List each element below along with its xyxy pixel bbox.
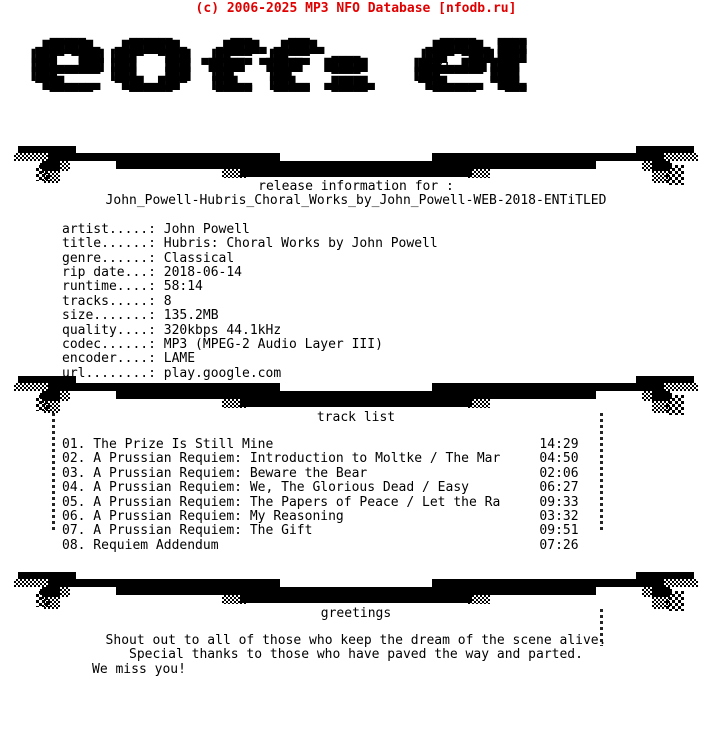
greetings-section: greetings Shout out to all of those who … xyxy=(0,572,712,677)
greetings-line: We miss you! xyxy=(92,661,186,677)
ascii-logo: ▄▄▄▄▄ ▄▄▄▄▄▄ ▄▄▄ ▄▄▄ ▄▄▄▄▄ ▄▄▄▄ ▄███████… xyxy=(0,31,712,142)
track-list-section: track list 01. The Prize Is Still Mine 1… xyxy=(0,376,712,553)
greetings-line: Special thanks to those who have paved t… xyxy=(129,647,583,663)
release-fields-list: artist.....: John Powell title......: Hu… xyxy=(62,221,438,381)
release-dirname: John_Powell-Hubris_Choral_Works_by_John_… xyxy=(105,193,607,209)
greetings-heading: greetings xyxy=(320,606,392,621)
ascii-logo-signature: hX! xyxy=(428,60,452,74)
section-divider-tracklist xyxy=(0,376,712,415)
greetings-line: Shout out to all of those who keep the d… xyxy=(105,633,607,648)
section-divider-release xyxy=(0,146,712,185)
tracklist-rows: 01. The Prize Is Still Mine 14:29 02. A … xyxy=(62,437,579,553)
release-information-section: release information for : John_Powell-Hu… xyxy=(0,146,712,381)
rail-right-greetings xyxy=(600,606,603,646)
release-heading: release information for : xyxy=(258,179,454,194)
copyright-banner: (c) 2006-2025 MP3 NFO Database [nfodb.ru… xyxy=(195,1,517,16)
section-divider-greetings xyxy=(0,572,712,611)
ascii-logo-art: ▄▄▄▄▄ ▄▄▄▄▄▄ ▄▄▄ ▄▄▄ ▄▄▄▄▄ ▄▄▄▄ ▄███████… xyxy=(28,31,527,99)
tracklist-heading: track list xyxy=(316,410,396,425)
